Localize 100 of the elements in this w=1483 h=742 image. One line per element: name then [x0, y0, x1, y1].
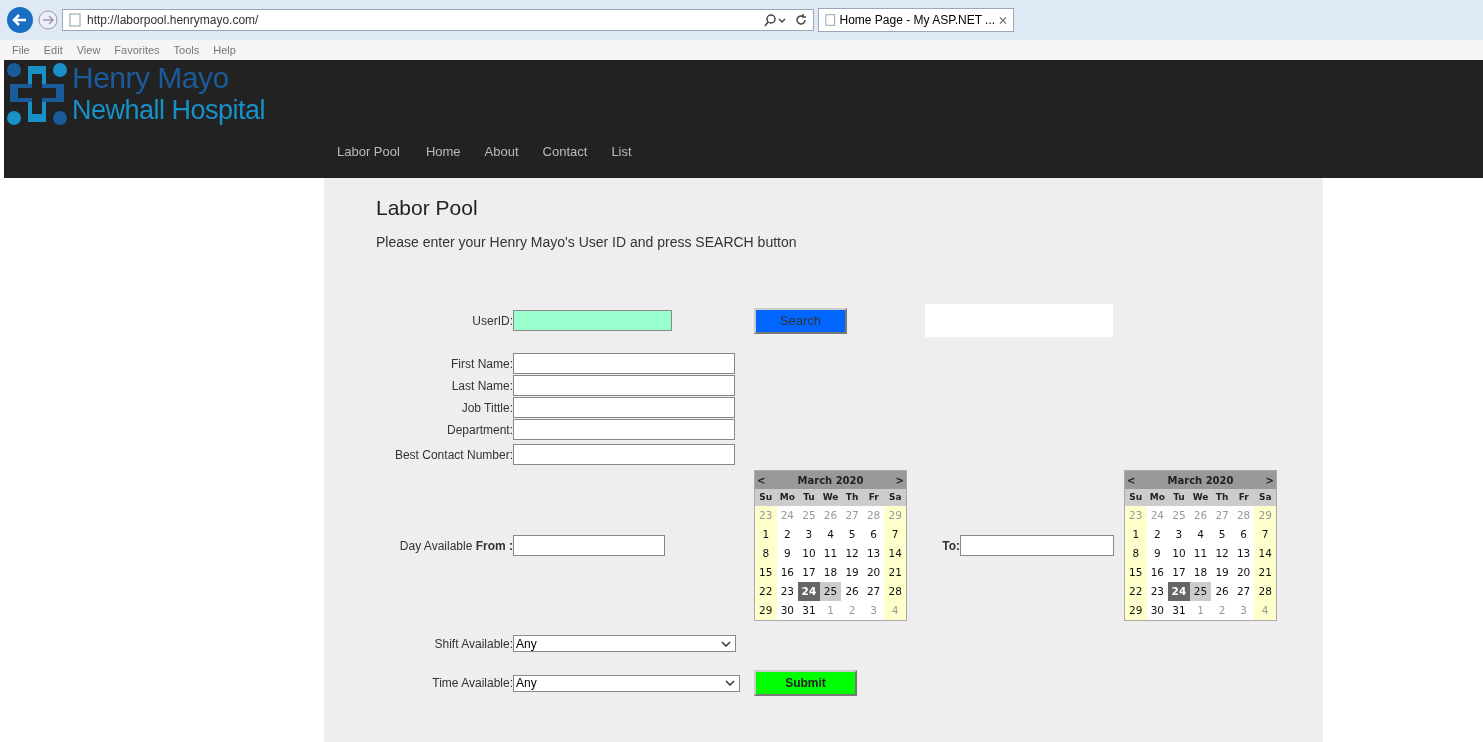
calendar-day[interactable]: 15	[1125, 563, 1147, 582]
address-bar[interactable]: http://laborpool.henrymayo.com/	[62, 9, 814, 31]
calendar-day[interactable]: 20	[862, 563, 885, 582]
calendar-day[interactable]: 3	[1168, 525, 1190, 544]
calendar-day[interactable]: 23	[776, 582, 799, 601]
calendar-day[interactable]: 6	[1232, 525, 1255, 544]
menu-item[interactable]: Tools	[173, 44, 200, 56]
next-month-link[interactable]: >	[895, 474, 904, 486]
calendar-day[interactable]: 20	[1232, 563, 1255, 582]
calendar-day[interactable]: 10	[1168, 544, 1190, 563]
nav-link[interactable]: Home	[425, 144, 461, 159]
close-icon[interactable]	[999, 15, 1007, 25]
calendar-day[interactable]: 12	[841, 544, 863, 563]
calendar-day[interactable]: 25	[1189, 582, 1212, 601]
calendar-day[interactable]: 1	[1125, 525, 1147, 544]
shift-dropdown[interactable]: Any	[513, 635, 736, 652]
calendar-day[interactable]: 11	[819, 544, 842, 563]
field-label: Last Name:	[450, 378, 513, 393]
menu-item[interactable]: Help	[213, 44, 236, 56]
date-field[interactable]	[960, 535, 1114, 556]
text-field[interactable]	[513, 375, 735, 396]
calendar-day[interactable]: 28	[1254, 582, 1276, 601]
logo-text: Henry Mayo	[72, 62, 230, 94]
userid-field[interactable]	[513, 310, 672, 331]
menu-item[interactable]: File	[12, 44, 30, 56]
time-dropdown[interactable]: Any	[513, 674, 740, 692]
calendar-day[interactable]: 16	[776, 563, 799, 582]
calendar-day[interactable]: 16	[1146, 563, 1169, 582]
calendar-day[interactable]: 21	[884, 563, 906, 582]
calendar-day[interactable]: 31	[1168, 601, 1190, 620]
calendar-day[interactable]: 31	[798, 601, 820, 620]
field-label: Department:	[445, 422, 513, 437]
previous-month-link[interactable]: <	[757, 474, 766, 486]
calendar-day[interactable]: 9	[776, 544, 799, 563]
menu-item[interactable]: Favorites	[114, 44, 160, 56]
calendar-day[interactable]: 23	[1146, 582, 1169, 601]
text-field[interactable]	[513, 397, 735, 418]
weekday-header: Su	[755, 489, 777, 506]
calendar-day[interactable]: 17	[798, 563, 820, 582]
calendar-day[interactable]: 9	[1146, 544, 1169, 563]
calendar-day[interactable]: 19	[1211, 563, 1233, 582]
calendar-day[interactable]: 2	[776, 525, 799, 544]
brand-link[interactable]: Labor Pool	[337, 144, 400, 159]
previous-month-link[interactable]: <	[1127, 474, 1136, 486]
calendar-day[interactable]: 12	[1211, 544, 1233, 563]
calendar-day[interactable]: 26	[841, 582, 863, 601]
date-field[interactable]	[513, 535, 665, 556]
search-icon[interactable]	[763, 13, 789, 27]
calendar-day[interactable]: 11	[1189, 544, 1212, 563]
calendar-day[interactable]: 26	[1211, 582, 1233, 601]
calendar-day[interactable]: 4	[1189, 525, 1212, 544]
calendar-day[interactable]: 14	[1254, 544, 1276, 563]
calendar-day[interactable]: 24	[1168, 582, 1190, 601]
calendar-day[interactable]: 27	[1232, 582, 1255, 601]
calendar-day[interactable]: 13	[1232, 544, 1255, 563]
calendar-day[interactable]: 22	[755, 582, 777, 601]
text-field[interactable]	[513, 353, 735, 374]
calendar-day[interactable]: 28	[884, 582, 906, 601]
calendar-day[interactable]: 30	[1146, 601, 1169, 620]
calendar-day[interactable]: 29	[755, 601, 777, 620]
nav-link[interactable]: About	[484, 144, 519, 159]
calendar-day[interactable]: 14	[884, 544, 906, 563]
calendar-day[interactable]: 21	[1254, 563, 1276, 582]
calendar-day[interactable]: 4	[819, 525, 842, 544]
menu-item[interactable]: Edit	[43, 44, 63, 56]
calendar-day[interactable]: 10	[798, 544, 820, 563]
calendar-day[interactable]: 5	[1211, 525, 1233, 544]
calendar-day[interactable]: 17	[1168, 563, 1190, 582]
calendar-day[interactable]: 22	[1125, 582, 1147, 601]
calendar-day[interactable]: 6	[862, 525, 885, 544]
nav-link[interactable]: List	[611, 144, 632, 159]
calendar-day[interactable]: 19	[841, 563, 863, 582]
calendar-day[interactable]: 30	[776, 601, 799, 620]
calendar-day[interactable]: 1	[755, 525, 777, 544]
calendar-day[interactable]: 24	[798, 582, 820, 601]
weekday-header: Su	[1125, 489, 1147, 506]
refresh-icon[interactable]	[795, 13, 807, 27]
text-field[interactable]	[513, 419, 735, 440]
calendar-day[interactable]: 29	[1125, 601, 1147, 620]
browser-tab[interactable]: Home Page - My ASP.NET ...	[818, 8, 1014, 32]
text-field[interactable]	[513, 444, 735, 465]
calendar-day[interactable]: 3	[798, 525, 820, 544]
calendar-day[interactable]: 18	[819, 563, 842, 582]
calendar-day[interactable]: 13	[862, 544, 885, 563]
calendar-day[interactable]: 7	[884, 525, 906, 544]
nav-link[interactable]: Contact	[542, 144, 588, 159]
calendar-day[interactable]: 25	[819, 582, 842, 601]
calendar-day[interactable]: 15	[755, 563, 777, 582]
calendar-day[interactable]: 8	[755, 544, 777, 563]
next-month-link[interactable]: >	[1265, 474, 1274, 486]
forward-button[interactable]	[38, 10, 58, 30]
calendar-day[interactable]: 5	[841, 525, 863, 544]
calendar-day[interactable]: 18	[1189, 563, 1212, 582]
calendar-day[interactable]: 2	[1146, 525, 1169, 544]
calendar-day[interactable]: 7	[1254, 525, 1276, 544]
submit-button[interactable]: Submit	[754, 670, 857, 696]
calendar-day[interactable]: 8	[1125, 544, 1147, 563]
calendar-day[interactable]: 27	[862, 582, 885, 601]
back-button[interactable]	[6, 6, 34, 34]
menu-item[interactable]: View	[76, 44, 101, 56]
